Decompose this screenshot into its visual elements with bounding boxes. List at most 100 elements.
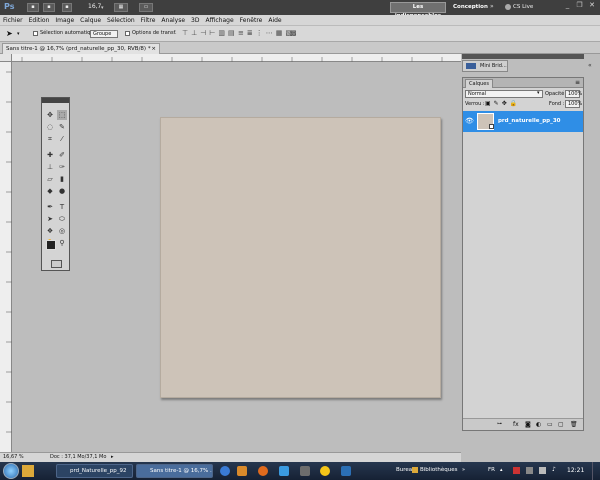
align-icons[interactable]: ⊤⊥⊣⊢▥▤: [182, 29, 238, 37]
quick-mask-icon[interactable]: [51, 260, 62, 268]
menu-selection[interactable]: Sélection: [104, 15, 138, 26]
lasso-tool-icon[interactable]: ◌: [45, 122, 55, 132]
menu-3d[interactable]: 3D: [188, 15, 202, 26]
blend-mode-dropdown[interactable]: Normal: [465, 90, 543, 98]
tray-power-icon[interactable]: [539, 467, 546, 474]
restore-button[interactable]: ❐: [574, 1, 585, 13]
ruler-origin[interactable]: [0, 54, 12, 62]
start-button[interactable]: [3, 463, 19, 479]
adjustment-layer-icon[interactable]: ◐: [536, 421, 541, 428]
crop-tool-icon[interactable]: ⌗: [45, 134, 55, 144]
app2-taskbar-icon[interactable]: [300, 466, 310, 476]
document-canvas[interactable]: [160, 117, 441, 398]
mini-bridge-tab[interactable]: Mini Brid...: [462, 60, 508, 72]
menu-filtre[interactable]: Filtre: [138, 15, 159, 26]
arrange-documents-icon[interactable]: ▦: [114, 3, 128, 12]
distribute-icons[interactable]: ≡≣⋮⋯▦▧: [238, 29, 295, 37]
collapse-panels-icon[interactable]: «: [588, 62, 598, 72]
horizontal-ruler[interactable]: [12, 54, 461, 62]
healing-brush-tool-icon[interactable]: ✚: [45, 150, 55, 160]
blend-mode-chevron-icon[interactable]: ▾: [537, 90, 540, 96]
move-tool-preset-icon[interactable]: ➤: [6, 29, 13, 38]
language-indicator[interactable]: FR: [488, 467, 495, 473]
lock-icons[interactable]: ▣✎✥🔒: [485, 100, 520, 107]
new-group-icon[interactable]: ▭: [547, 421, 553, 428]
clock[interactable]: 12:21: [567, 467, 584, 474]
3d-orbit-tool-icon[interactable]: ◎: [57, 226, 67, 236]
taskbar-task-photoshop[interactable]: Sans titre-1 @ 16,7% ...: [136, 464, 213, 478]
foreground-color-swatch[interactable]: [46, 240, 56, 250]
show-desktop-button[interactable]: [592, 462, 600, 480]
layer-mask-icon[interactable]: ◙: [525, 421, 531, 428]
menu-image[interactable]: Image: [52, 15, 77, 26]
fill-field[interactable]: 100%: [565, 100, 582, 108]
close-button[interactable]: ✕: [586, 1, 598, 13]
move-tool-icon[interactable]: ✥: [45, 110, 55, 120]
toolbar-bibliotheques[interactable]: Bibliothèques: [420, 467, 457, 473]
tools-panel-titlebar[interactable]: [42, 98, 69, 103]
zoom-tool-icon[interactable]: ⚲: [57, 238, 67, 248]
quick-selection-tool-icon[interactable]: ✎: [57, 122, 67, 132]
history-brush-tool-icon[interactable]: ✑: [57, 162, 67, 172]
clone-stamp-tool-icon[interactable]: ⊥: [45, 162, 55, 172]
status-menu-icon[interactable]: ▸: [111, 453, 114, 462]
menu-analyse[interactable]: Analyse: [158, 15, 188, 26]
menu-edition[interactable]: Edition: [26, 15, 53, 26]
document-tab[interactable]: Sans titre-1 @ 16,7% (prd_naturelle_pp_3…: [2, 43, 160, 54]
taskbar-task-folder[interactable]: prd_Naturelle_pp_92: [56, 464, 133, 478]
firefox-taskbar-icon[interactable]: [258, 466, 268, 476]
menu-fichier[interactable]: Fichier: [0, 15, 26, 26]
bridge-icon[interactable]: ▪: [27, 3, 39, 12]
link-layers-icon[interactable]: ⊶: [497, 421, 502, 427]
explorer-taskbar-icon[interactable]: [22, 465, 34, 477]
more-toolbar-icon[interactable]: »: [462, 467, 465, 473]
layers-tab[interactable]: Calques: [465, 79, 493, 88]
3d-rotate-tool-icon[interactable]: ❖: [45, 226, 55, 236]
transform-controls-checkbox[interactable]: [125, 31, 130, 36]
screen-mode-icon[interactable]: ▭: [139, 3, 153, 12]
menu-calque[interactable]: Calque: [77, 15, 104, 26]
tray-expand-icon[interactable]: ▴: [500, 467, 503, 473]
chrome-taskbar-icon[interactable]: [320, 466, 330, 476]
zoom-chevron-icon[interactable]: ▾: [101, 5, 104, 11]
eyedropper-tool-icon[interactable]: ⁄: [57, 134, 67, 144]
type-tool-icon[interactable]: T: [57, 202, 67, 212]
app-taskbar-icon[interactable]: [279, 466, 289, 476]
preset-chevron-icon[interactable]: ▾: [17, 31, 20, 37]
status-zoom[interactable]: 16,67 %: [3, 453, 24, 462]
pen-tool-icon[interactable]: ✒: [45, 202, 55, 212]
tray-volume-icon[interactable]: ♪: [552, 466, 556, 473]
minibridge-icon[interactable]: ▪: [43, 3, 55, 12]
blur-tool-icon[interactable]: ◆: [45, 186, 55, 196]
panel-dock-titlebar[interactable]: [462, 54, 584, 59]
dodge-tool-icon[interactable]: ●: [57, 186, 67, 196]
marquee-tool-icon[interactable]: ⬚: [57, 110, 67, 120]
layer-style-icon[interactable]: fx: [513, 421, 519, 428]
new-layer-icon[interactable]: ▢: [558, 421, 564, 428]
panel-menu-icon[interactable]: ≡: [575, 79, 580, 86]
tray-app-icon[interactable]: [513, 467, 520, 474]
delete-layer-icon[interactable]: 🗑: [570, 421, 578, 428]
opacity-field[interactable]: 100%: [565, 90, 582, 98]
layer-row[interactable]: 👁 prd_naturelle_pp_30: [463, 111, 583, 132]
workspace-essentials-button[interactable]: Les indispensables: [390, 2, 446, 19]
tab-close-icon[interactable]: ×: [151, 44, 156, 54]
gradient-tool-icon[interactable]: ▮: [57, 174, 67, 184]
brush-tool-icon[interactable]: ✐: [57, 150, 67, 160]
auto-select-dropdown[interactable]: Groupe: [90, 30, 118, 38]
media-taskbar-icon[interactable]: [237, 466, 247, 476]
eraser-tool-icon[interactable]: ▱: [45, 174, 55, 184]
shape-tool-icon[interactable]: ⬭: [57, 214, 67, 224]
menu-aide[interactable]: Aide: [265, 15, 284, 26]
auto-align-icon[interactable]: ▩: [290, 29, 297, 37]
zoom-level[interactable]: 16,7: [88, 3, 101, 10]
menu-affichage[interactable]: Affichage: [202, 15, 236, 26]
tray-network-icon[interactable]: [526, 467, 533, 474]
path-selection-tool-icon[interactable]: ➤: [45, 214, 55, 224]
cs-live-button[interactable]: CS Live: [513, 4, 533, 10]
minimize-button[interactable]: _: [562, 1, 573, 13]
vertical-ruler[interactable]: [0, 62, 12, 452]
auto-select-checkbox[interactable]: [33, 31, 38, 36]
workspace-design-button[interactable]: Conception: [453, 4, 488, 10]
visibility-eye-icon[interactable]: 👁: [465, 117, 474, 125]
